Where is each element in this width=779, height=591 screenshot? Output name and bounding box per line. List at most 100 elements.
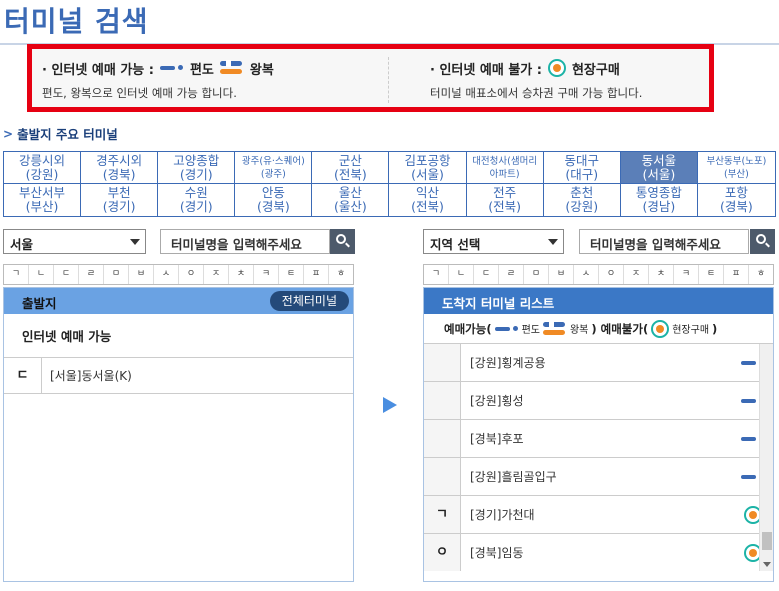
arrival-search-input[interactable]: 터미널명을 입력해주세요 — [579, 229, 749, 254]
major-terminal-item[interactable]: 김포공항 (서울) — [389, 152, 467, 184]
major-terminal-item[interactable]: 부산서부 (부산) — [4, 184, 82, 216]
consonant-filter-item[interactable]: ㅇ — [179, 265, 204, 284]
major-terminal-item[interactable]: 경주시외 (경북) — [81, 152, 159, 184]
chevron-down-icon — [548, 239, 558, 245]
terminal-region: (경기) — [102, 199, 136, 214]
major-terminal-item[interactable]: 전주 (전북) — [467, 184, 544, 216]
major-terminal-item[interactable]: 부산동부(노포) (부산) — [697, 152, 775, 184]
major-terminal-item[interactable]: 광주(유·스퀘어) (광주) — [235, 152, 313, 184]
terminal-region: (경북) — [720, 199, 753, 214]
arrival-list[interactable]: [강원]횡계공용 [강원]횡성 [경북]후포 [강원]흘림골입구 ㄱ [경기]가천대 ㅇ [경… — [424, 344, 773, 571]
consonant-filter-item[interactable]: ㅅ — [154, 265, 179, 284]
consonant-filter-item[interactable]: ㅍ — [304, 265, 329, 284]
terminal-region: (경북) — [102, 167, 136, 182]
scroll-down-icon[interactable] — [763, 562, 771, 567]
arrival-panel-header: 도착지 터미널 리스트 — [424, 288, 773, 314]
site-purchase-icon — [547, 59, 566, 77]
terminal-region: (전북) — [411, 199, 444, 214]
major-terminal-item[interactable]: 포항 (경북) — [698, 184, 775, 216]
consonant-filter-item[interactable]: ㄱ — [4, 265, 29, 284]
oneway-icon — [159, 64, 184, 72]
oneway-icon — [494, 325, 519, 333]
arrival-terminal-row[interactable]: [경북]후포 — [424, 420, 773, 458]
major-terminal-item[interactable]: 고양종합 (경기) — [158, 152, 236, 184]
consonant-index — [424, 344, 461, 381]
terminal-name: 전주 — [493, 185, 517, 200]
page-title: 터미널 검색 — [4, 5, 149, 38]
terminal-region: (부산) — [25, 199, 59, 214]
major-terminal-item[interactable]: 수원 (경기) — [158, 184, 236, 216]
consonant-filter-item[interactable]: ㅌ — [699, 265, 724, 284]
terminal-name: 안동 — [261, 185, 285, 200]
roundtrip-label: 왕복 — [249, 62, 274, 78]
offline-legend: · 인터넷 예매 불가 : 현장구매 터미널 매표소에서 승차권 구매 가능 합… — [430, 58, 710, 106]
terminal-region: (강원) — [565, 199, 599, 214]
consonant-filter-item[interactable]: ㅈ — [204, 265, 229, 284]
consonant-filter-item[interactable]: ㅅ — [574, 265, 599, 284]
major-terminal-item[interactable]: 동대구 (대구) — [543, 152, 621, 184]
departure-region-select[interactable]: 서울 — [3, 229, 146, 254]
consonant-filter-item[interactable]: ㅌ — [279, 265, 304, 284]
consonant-filter-item[interactable]: ㅇ — [599, 265, 624, 284]
terminal-name: 김포공항 — [404, 153, 451, 168]
major-terminal-item[interactable]: 안동 (경북) — [235, 184, 313, 216]
consonant-filter-item[interactable]: ㅈ — [624, 265, 649, 284]
consonant-filter-item[interactable]: ㅋ — [674, 265, 699, 284]
consonant-filter-item[interactable]: ㅊ — [649, 265, 674, 284]
legend-site-text: 현장구매 — [672, 325, 710, 336]
consonant-filter-item[interactable]: ㄷ — [54, 265, 79, 284]
consonant-filter-item[interactable]: ㄱ — [424, 265, 449, 284]
departure-search-input[interactable]: 터미널명을 입력해주세요 — [160, 229, 330, 254]
consonant-filter-item[interactable]: ㅊ — [229, 265, 254, 284]
arrival-terminal-row[interactable]: ㅇ [경북]임동 — [424, 534, 773, 571]
consonant-filter-item[interactable]: ㄴ — [449, 265, 474, 284]
roundtrip-icon — [219, 60, 244, 76]
consonant-index — [424, 420, 461, 457]
all-terminals-button[interactable]: 전체터미널 — [269, 291, 349, 311]
major-terminal-item[interactable]: 군산 (전북) — [312, 152, 390, 184]
major-terminal-item[interactable]: 통영종합 (경남) — [621, 184, 698, 216]
consonant-filter-item[interactable]: ㅎ — [329, 265, 353, 284]
roundtrip-icon — [542, 320, 567, 337]
arrival-terminal-row[interactable]: [강원]횡계공용 — [424, 344, 773, 382]
departure-search-button[interactable] — [330, 229, 355, 254]
scrollbar-thumb[interactable] — [762, 532, 772, 550]
major-terminal-item[interactable]: 부천 (경기) — [81, 184, 159, 216]
consonant-filter-item[interactable]: ㄴ — [29, 265, 54, 284]
oneway-label: 편도 — [189, 62, 214, 78]
arrival-region-select[interactable]: 지역 선택 — [423, 229, 564, 254]
consonant-filter-item[interactable]: ㅋ — [254, 265, 279, 284]
consonant-filter-item[interactable]: ㄹ — [79, 265, 104, 284]
arrival-search-button[interactable] — [750, 229, 775, 254]
terminal-name: 동대구 — [564, 153, 599, 168]
consonant-filter-item[interactable]: ㄹ — [499, 265, 524, 284]
departure-terminal-row[interactable]: ㄷ [서울]동서울(K) — [4, 358, 353, 394]
consonant-filter-item[interactable]: ㅂ — [129, 265, 154, 284]
major-terminal-item[interactable]: 춘천 (강원) — [544, 184, 621, 216]
consonant-filter-item[interactable]: ㅎ — [749, 265, 773, 284]
terminal-name: 울산 — [338, 185, 362, 200]
arrival-terminal-row[interactable]: [강원]횡성 — [424, 382, 773, 420]
site-purchase-icon — [651, 319, 670, 338]
major-terminal-item[interactable]: 익산 (전북) — [389, 184, 467, 216]
terminal-name: 대전청사(샘머리 — [472, 156, 538, 167]
departure-panel-title: 출발지 — [22, 296, 57, 311]
terminal-name: [경북]임동 — [470, 546, 524, 560]
terminal-region: 아파트) — [489, 169, 520, 180]
terminal-name: 동서울 — [641, 153, 677, 168]
consonant-filter-item[interactable]: ㅂ — [549, 265, 574, 284]
arrival-terminal-row[interactable]: ㄱ [경기]가천대 — [424, 496, 773, 534]
major-terminal-item[interactable]: 동서울 (서울) — [620, 152, 698, 184]
consonant-filter-item[interactable]: ㅍ — [724, 265, 749, 284]
arrival-terminal-row[interactable]: [강원]흘림골입구 — [424, 458, 773, 496]
consonant-filter-item[interactable]: ㄷ — [474, 265, 499, 284]
terminal-region: (서울) — [642, 167, 676, 182]
consonant-filter-item[interactable]: ㅁ — [524, 265, 549, 284]
major-terminal-item[interactable]: 대전청사(샘머리아파트) — [466, 152, 544, 184]
major-terminal-item[interactable]: 강릉시외 (강원) — [4, 152, 82, 184]
major-terminal-grid: 강릉시외 (강원) 경주시외 (경북) 고양종합 (경기) 광주(유·스퀘어) (광주) 군산(… — [3, 151, 776, 217]
consonant-index: ㄱ — [424, 496, 461, 533]
major-terminal-item[interactable]: 울산 (울산) — [312, 184, 390, 216]
scrollbar[interactable] — [759, 344, 773, 571]
consonant-filter-item[interactable]: ㅁ — [104, 265, 129, 284]
